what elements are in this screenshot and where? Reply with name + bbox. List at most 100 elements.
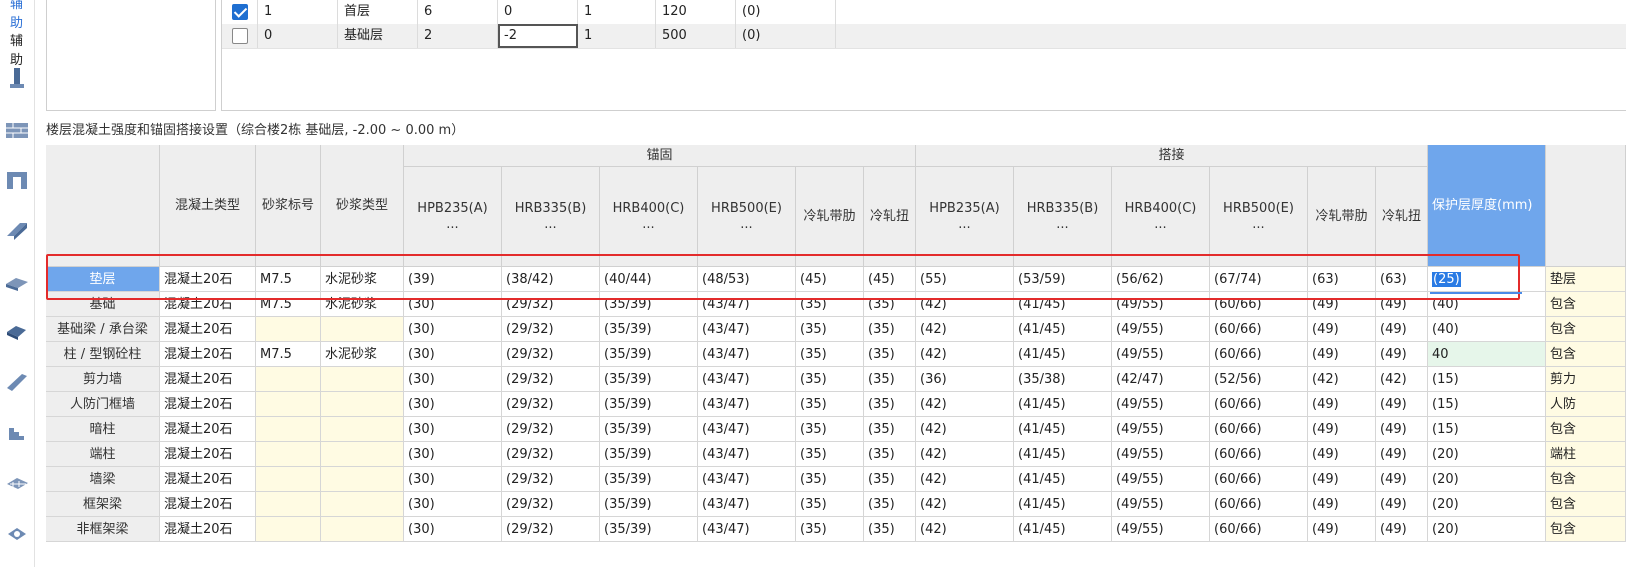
cell-l3[interactable]: (56/62)	[1112, 267, 1210, 292]
cell-cover[interactable]: (15)	[1428, 417, 1546, 442]
cell-grade[interactable]	[256, 492, 321, 517]
cell-mortar[interactable]	[321, 417, 404, 442]
cell-note[interactable]: 包含	[1546, 342, 1626, 367]
slab-icon[interactable]	[4, 270, 30, 294]
cell-a6[interactable]: (35)	[864, 367, 916, 392]
cell-name[interactable]: 剪力墙	[46, 367, 160, 392]
cell-a3[interactable]: (35/39)	[600, 467, 698, 492]
cell-note[interactable]: 剪力	[1546, 367, 1626, 392]
cell-a1[interactable]: (30)	[404, 342, 502, 367]
cell-l4[interactable]: (60/66)	[1210, 342, 1308, 367]
cell-a2[interactable]: (29/32)	[502, 492, 600, 517]
cell-a3[interactable]: (35/39)	[600, 367, 698, 392]
cell-a2[interactable]: (29/32)	[502, 467, 600, 492]
cell-a3[interactable]: (35/39)	[600, 342, 698, 367]
cell-a1[interactable]: (30)	[404, 467, 502, 492]
cell-type[interactable]: 混凝土20石	[160, 517, 256, 542]
cell-l6[interactable]: (49)	[1376, 292, 1428, 317]
cell-grade[interactable]: M7.5	[256, 267, 321, 292]
header-mortar-grade[interactable]: 砂浆标号	[256, 145, 321, 267]
cell-l4[interactable]: (67/74)	[1210, 267, 1308, 292]
cell-l1[interactable]: (42)	[916, 417, 1014, 442]
header-lap-hpb235[interactable]: HPB235(A)...	[916, 167, 1014, 267]
cell-name[interactable]: 人防门框墙	[46, 392, 160, 417]
cell-l2[interactable]: (53/59)	[1014, 267, 1112, 292]
cell-a5[interactable]: (35)	[796, 442, 864, 467]
cell-l2[interactable]: (41/45)	[1014, 317, 1112, 342]
cell-a2[interactable]: (29/32)	[502, 417, 600, 442]
cell-cover[interactable]: (20)	[1428, 442, 1546, 467]
cell-a3[interactable]: (35/39)	[600, 417, 698, 442]
cell-l1[interactable]: (42)	[916, 342, 1014, 367]
header-anchorage-cold_twisted[interactable]: 冷轧扭	[864, 167, 916, 267]
floor-area[interactable]: (0)	[736, 24, 836, 48]
cell-l3[interactable]: (49/55)	[1112, 292, 1210, 317]
cell-a4[interactable]: (43/47)	[698, 517, 796, 542]
cell-l5[interactable]: (49)	[1308, 392, 1376, 417]
cell-cover[interactable]: (20)	[1428, 492, 1546, 517]
cell-a3[interactable]: (35/39)	[600, 317, 698, 342]
cell-mortar[interactable]: 水泥砂浆	[321, 267, 404, 292]
floor-code[interactable]: 0	[258, 24, 338, 48]
cell-l3[interactable]: (49/55)	[1112, 442, 1210, 467]
cell-a5[interactable]: (35)	[796, 517, 864, 542]
cell-a6[interactable]: (35)	[864, 417, 916, 442]
floor-name[interactable]: 首层	[338, 0, 418, 24]
cell-a4[interactable]: (43/47)	[698, 292, 796, 317]
cell-l2[interactable]: (41/45)	[1014, 517, 1112, 542]
cell-name[interactable]: 柱 / 型钢砼柱	[46, 342, 160, 367]
cell-l1[interactable]: (42)	[916, 317, 1014, 342]
floor-name[interactable]: 基础层	[338, 24, 418, 48]
cell-a5[interactable]: (35)	[796, 342, 864, 367]
floor-height[interactable]: 6	[418, 0, 498, 24]
cell-a2[interactable]: (29/32)	[502, 392, 600, 417]
cell-l5[interactable]: (49)	[1308, 517, 1376, 542]
cell-l3[interactable]: (49/55)	[1112, 417, 1210, 442]
cell-cover[interactable]: (20)	[1428, 517, 1546, 542]
cell-l4[interactable]: (60/66)	[1210, 467, 1308, 492]
floor-row[interactable]: 1 首层 6 0 1 120 (0)	[222, 0, 1626, 25]
cell-a5[interactable]: (35)	[796, 417, 864, 442]
column-icon[interactable]	[4, 66, 30, 90]
cell-l4[interactable]: (60/66)	[1210, 292, 1308, 317]
floor-row[interactable]: 0 基础层 2 -2 1 500 (0)	[222, 24, 1626, 49]
floor-bottom-elevation[interactable]: 0	[498, 0, 578, 24]
cell-a4[interactable]: (43/47)	[698, 467, 796, 492]
header-lap-hrb335[interactable]: HRB335(B)...	[1014, 167, 1112, 267]
cell-grade[interactable]	[256, 467, 321, 492]
cell-l5[interactable]: (49)	[1308, 492, 1376, 517]
header-lap-cold_twisted[interactable]: 冷轧扭	[1376, 167, 1428, 267]
cell-type[interactable]: 混凝土20石	[160, 467, 256, 492]
floor-area[interactable]: (0)	[736, 0, 836, 24]
beam-icon[interactable]	[4, 218, 30, 242]
cell-l1[interactable]: (36)	[916, 367, 1014, 392]
cell-a2[interactable]: (29/32)	[502, 342, 600, 367]
cell-l4[interactable]: (60/66)	[1210, 442, 1308, 467]
header-lap-cold_ribbed[interactable]: 冷轧带肋	[1308, 167, 1376, 267]
cell-l5[interactable]: (49)	[1308, 417, 1376, 442]
cell-cover[interactable]: (25)	[1428, 267, 1546, 292]
cell-a6[interactable]: (35)	[864, 292, 916, 317]
cell-l5[interactable]: (49)	[1308, 317, 1376, 342]
cell-type[interactable]: 混凝土20石	[160, 317, 256, 342]
cell-grade[interactable]: M7.5	[256, 342, 321, 367]
cell-l4[interactable]: (60/66)	[1210, 392, 1308, 417]
cell-mortar[interactable]	[321, 492, 404, 517]
cell-cover[interactable]: (40)	[1428, 317, 1546, 342]
cell-a6[interactable]: (35)	[864, 492, 916, 517]
cell-l6[interactable]: (49)	[1376, 467, 1428, 492]
floor-same-count[interactable]: 1	[578, 0, 656, 24]
cell-mortar[interactable]	[321, 317, 404, 342]
foundation-icon[interactable]	[4, 470, 30, 494]
cell-l4[interactable]: (60/66)	[1210, 317, 1308, 342]
floor-bottom-elevation-input[interactable]: -2	[498, 24, 578, 48]
cell-cover[interactable]: (15)	[1428, 367, 1546, 392]
cell-a1[interactable]: (30)	[404, 517, 502, 542]
header-anchorage-hrb500[interactable]: HRB500(E)...	[698, 167, 796, 267]
cell-cover[interactable]: (20)	[1428, 467, 1546, 492]
cell-l2[interactable]: (41/45)	[1014, 492, 1112, 517]
cell-l6[interactable]: (42)	[1376, 367, 1428, 392]
door-window-icon[interactable]	[4, 168, 30, 192]
cell-a6[interactable]: (35)	[864, 467, 916, 492]
cell-grade[interactable]: M7.5	[256, 292, 321, 317]
